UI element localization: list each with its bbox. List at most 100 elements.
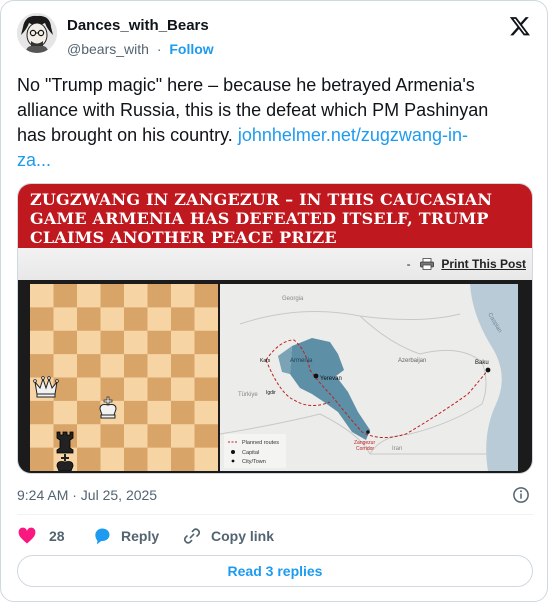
chess-square bbox=[53, 330, 78, 355]
info-icon[interactable] bbox=[512, 486, 530, 504]
reply-icon bbox=[95, 528, 110, 545]
legend-label: Capital bbox=[242, 450, 259, 456]
chess-square bbox=[53, 354, 78, 378]
chess-square bbox=[53, 400, 78, 425]
chess-square bbox=[124, 354, 148, 378]
separator-dot: · bbox=[156, 41, 162, 57]
chess-square bbox=[124, 377, 148, 402]
chess-square bbox=[194, 354, 218, 378]
chess-square bbox=[147, 377, 172, 402]
chess-square bbox=[171, 424, 195, 449]
map-label: Iran bbox=[392, 446, 402, 452]
tweet-card: Dances_with_Bears @bears_with · Follow N… bbox=[0, 0, 548, 602]
chess-square bbox=[77, 284, 101, 308]
divider bbox=[17, 514, 533, 515]
chess-square bbox=[194, 284, 218, 308]
like-button[interactable]: 28 bbox=[17, 525, 65, 547]
map-label: Türkiye bbox=[238, 392, 258, 398]
map-label: Corridor bbox=[356, 446, 374, 452]
tweet-text-line: alliance with Russia, this is the defeat… bbox=[17, 100, 489, 120]
chess-square bbox=[171, 400, 195, 425]
article-headline-banner: ZUGZWANG IN ZANGEZUR – IN THIS CAUCASIAN… bbox=[18, 184, 532, 248]
tweet-text: No "Trump magic" here – because he betra… bbox=[17, 73, 533, 173]
tweet-text-line: No "Trump magic" here – because he betra… bbox=[17, 75, 475, 95]
print-bar: - Print This Post bbox=[18, 248, 532, 280]
heart-icon bbox=[18, 527, 36, 544]
chess-square bbox=[147, 400, 172, 425]
chess-square bbox=[30, 447, 54, 471]
avatar-portrait-icon bbox=[17, 13, 57, 53]
chess-square bbox=[53, 284, 78, 308]
chess-square bbox=[194, 400, 218, 425]
follow-button[interactable]: Follow bbox=[169, 41, 213, 57]
chess-square bbox=[100, 377, 125, 402]
copy-link-label: Copy link bbox=[211, 528, 275, 544]
copy-link-button[interactable]: Copy link bbox=[182, 525, 274, 547]
chess-square bbox=[124, 284, 148, 308]
chess-square bbox=[100, 354, 125, 378]
chess-square bbox=[194, 424, 218, 449]
article-images: Georgia Armenia Azerbaijan Yerevan Baku … bbox=[18, 280, 532, 473]
chess-square bbox=[171, 447, 195, 471]
map-label: Azerbaijan bbox=[398, 358, 426, 364]
chess-square bbox=[147, 424, 172, 449]
chess-square bbox=[77, 330, 101, 355]
chess-square bbox=[30, 307, 54, 332]
chess-square bbox=[194, 330, 218, 355]
headline-line: GAME ARMENIA HAS DEFEATED ITSELF, TRUMP bbox=[30, 209, 489, 228]
chess-square bbox=[124, 400, 148, 425]
chess-square bbox=[194, 447, 218, 471]
chess-square bbox=[171, 354, 195, 378]
chess-square bbox=[100, 424, 125, 449]
x-logo-icon[interactable] bbox=[509, 15, 531, 37]
chess-square bbox=[77, 447, 101, 471]
headline-line: CLAIMS ANOTHER PEACE PRIZE bbox=[30, 228, 337, 247]
chess-square bbox=[147, 447, 172, 471]
reply-button[interactable]: Reply bbox=[92, 525, 159, 547]
read-replies-button[interactable]: Read 3 replies bbox=[17, 555, 533, 587]
legend-label: Planned routes bbox=[242, 440, 279, 446]
like-count: 28 bbox=[49, 528, 65, 544]
media-image[interactable]: ZUGZWANG IN ZANGEZUR – IN THIS CAUCASIAN… bbox=[17, 183, 533, 474]
avatar[interactable] bbox=[17, 13, 57, 53]
tweet-text-line: has brought on his country. johnhelmer.n… bbox=[17, 125, 468, 145]
chess-square bbox=[30, 284, 54, 308]
chess-square bbox=[30, 330, 54, 355]
chess-square bbox=[194, 377, 218, 402]
headline-line: ZUGZWANG IN ZANGEZUR – IN THIS CAUCASIAN bbox=[30, 190, 493, 209]
map-label: Armenia bbox=[290, 358, 313, 364]
map-label: Kars bbox=[260, 358, 271, 364]
chess-square bbox=[77, 424, 101, 449]
map-label: Georgia bbox=[282, 296, 304, 302]
caucasus-map-image: Georgia Armenia Azerbaijan Yerevan Baku … bbox=[220, 284, 518, 471]
chess-square bbox=[77, 307, 101, 332]
chess-square bbox=[53, 307, 78, 332]
timestamp[interactable]: 9:24 AM · Jul 25, 2025 bbox=[17, 487, 157, 503]
chess-square bbox=[30, 424, 54, 449]
chess-square bbox=[147, 284, 172, 308]
chess-square bbox=[77, 354, 101, 378]
tweet-link-continued[interactable]: za... bbox=[17, 148, 533, 173]
print-this-post: - Print This Post bbox=[406, 257, 526, 271]
chess-square bbox=[171, 284, 195, 308]
author-handle[interactable]: @bears_with bbox=[67, 41, 149, 57]
chess-square bbox=[124, 447, 148, 471]
link-icon bbox=[184, 528, 200, 544]
chess-square bbox=[77, 400, 101, 425]
chess-square bbox=[100, 284, 125, 308]
tweet-link[interactable]: johnhelmer.net/zugzwang-in- bbox=[238, 125, 468, 145]
legend-label: City/Town bbox=[242, 459, 266, 465]
map-label: Igdir bbox=[266, 390, 276, 396]
chess-square bbox=[171, 307, 195, 332]
chess-square bbox=[30, 400, 54, 425]
author-name[interactable]: Dances_with_Bears bbox=[67, 17, 209, 34]
chess-square bbox=[171, 377, 195, 402]
chess-square bbox=[124, 330, 148, 355]
reply-label: Reply bbox=[121, 528, 160, 544]
chessboard-image bbox=[30, 284, 218, 471]
chess-square bbox=[124, 424, 148, 449]
chess-square bbox=[100, 447, 125, 471]
chess-square bbox=[147, 330, 172, 355]
chess-square bbox=[30, 354, 54, 378]
chess-square bbox=[147, 307, 172, 332]
